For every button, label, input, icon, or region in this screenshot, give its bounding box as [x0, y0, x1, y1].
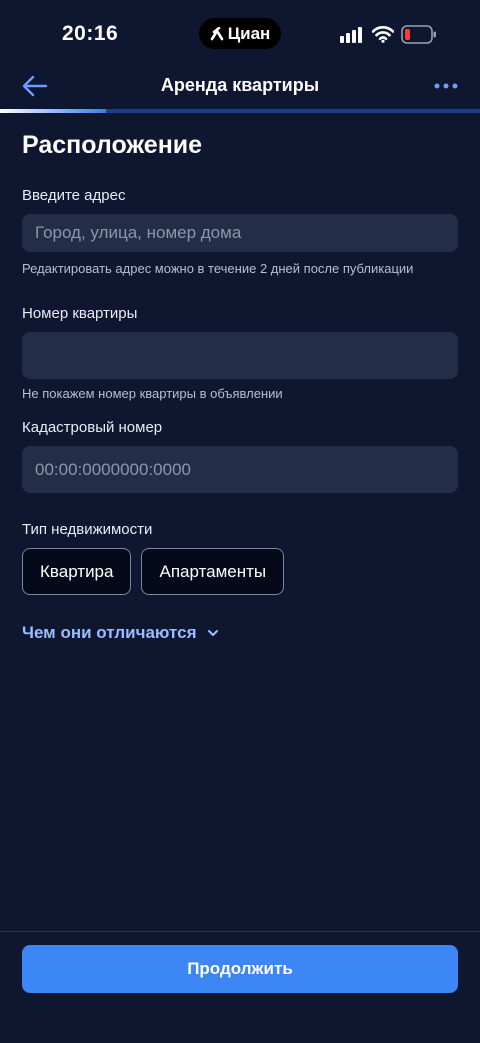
property-type-label: Тип недвижимости	[22, 521, 153, 538]
more-icon	[434, 83, 458, 89]
difference-link[interactable]: Чем они отличаются	[22, 623, 458, 643]
address-input[interactable]	[22, 214, 458, 252]
cian-logo-icon	[210, 26, 224, 40]
property-type-serviced-apartment-button[interactable]: Апартаменты	[141, 548, 285, 595]
island-label: Циан	[227, 23, 271, 43]
status-bar: 20:16 Циан	[0, 0, 480, 70]
nav-bar: Аренда квартиры	[0, 66, 480, 106]
property-type-apartment-button[interactable]: Квартира	[22, 548, 132, 595]
wifi-icon	[372, 26, 394, 43]
progress-bar-fill	[0, 109, 106, 113]
signal-icon	[340, 27, 362, 43]
apartment-number-input[interactable]	[22, 332, 458, 379]
difference-link-label: Чем они отличаются	[22, 623, 197, 642]
cadastral-number-label: Кадастровый номер	[22, 419, 163, 436]
apartment-number-hint: Не покажем номер квартиры в объявлении	[22, 386, 283, 401]
address-label: Введите адрес	[22, 187, 126, 204]
status-time: 20:16	[62, 22, 119, 45]
more-button[interactable]	[428, 72, 464, 100]
progress-bar	[0, 109, 480, 113]
address-hint: Редактировать адрес можно в течение 2 дн…	[22, 261, 414, 276]
nav-title: Аренда квартиры	[160, 75, 320, 95]
continue-button[interactable]: Продолжить	[22, 945, 458, 993]
apartment-number-label: Номер квартиры	[22, 305, 138, 322]
location-form: Расположение Введите адрес Редактировать…	[22, 131, 458, 643]
battery-icon	[401, 25, 436, 44]
property-type-options: Квартира Апартаменты	[22, 548, 458, 595]
dynamic-island: Циан	[199, 18, 281, 49]
page-title: Расположение	[22, 131, 203, 159]
footer-divider	[0, 931, 480, 932]
chevron-down-icon	[207, 630, 218, 636]
cadastral-number-input[interactable]	[22, 446, 458, 493]
